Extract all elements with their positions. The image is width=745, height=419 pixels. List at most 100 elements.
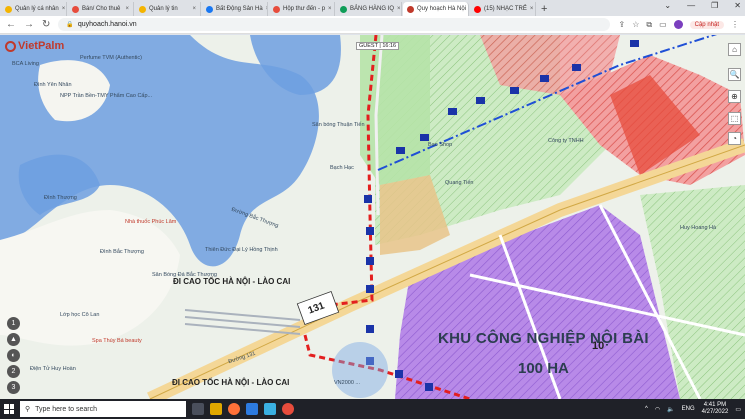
url-field[interactable]: 🔒 quyhoach.hanoi.vn	[58, 18, 611, 31]
share-icon[interactable]: ⇪	[618, 20, 625, 29]
close-icon[interactable]: ×	[62, 6, 66, 12]
place-label: Quang Tiến	[445, 180, 474, 186]
place-label: Đình Yên Nhân	[34, 82, 72, 88]
place-label: Thiên Đức Đại Lý Hồng Thịnh	[205, 247, 278, 253]
search-icon[interactable]: 🔍	[728, 68, 741, 81]
tab-hop-thu-den[interactable]: Hộp thư đến - p ×	[269, 2, 335, 16]
favicon-icon	[5, 5, 12, 13]
windows-start-icon[interactable]	[4, 404, 14, 414]
map-tool-button[interactable]: 3	[7, 381, 20, 394]
clock[interactable]: 4:41 PM 4/27/2022	[702, 402, 729, 416]
update-button[interactable]: Cập nhật	[689, 20, 724, 29]
tab-label: BẢNG HÀNG IQ	[350, 6, 395, 12]
place-label: Bạch Hạc	[330, 165, 354, 171]
youtube-icon	[474, 5, 481, 13]
file-explorer-icon[interactable]	[210, 403, 222, 415]
network-icon[interactable]: ◠	[655, 406, 660, 413]
tab-quan-ly-tin[interactable]: Quản lý tin ×	[135, 2, 201, 16]
zone-title: KHU CÔNG NGHIỆP NỘI BÀI	[438, 330, 649, 347]
avatar[interactable]	[673, 20, 683, 29]
place-label: Lớp học Cô Lan	[60, 312, 100, 318]
tab-label: Quản lý tin	[149, 6, 178, 12]
facebook-icon	[206, 5, 213, 13]
close-icon[interactable]: ×	[397, 6, 401, 12]
close-icon[interactable]: ×	[192, 6, 196, 12]
expressway-label: ĐI CAO TỐC HÀ NỘI - LÀO CAI	[173, 277, 291, 286]
compass-icon[interactable]: ▲	[7, 333, 20, 346]
tab-quy-hoach[interactable]: Quy hoạch Hà Nội×	[403, 2, 469, 16]
sidebar-icon[interactable]: ▭	[659, 20, 667, 29]
tab-bang-hang[interactable]: BẢNG HÀNG IQ ×	[336, 2, 402, 16]
place-label: Spa Thúy Bá beauty	[92, 338, 142, 344]
system-tray: ^ ◠ 🔈 ENG 4:41 PM 4/27/2022 ▭	[645, 402, 741, 416]
coordinate-label: VN2000 ...	[334, 380, 360, 386]
back-button[interactable]: ←	[6, 19, 16, 30]
locate-icon[interactable]: ⊕	[728, 90, 741, 103]
maximize-button[interactable]: ❐	[711, 1, 718, 10]
tab-quan-ly-ca-nhan[interactable]: Quản lý cá nhân ×	[1, 2, 67, 16]
close-icon[interactable]: ×	[530, 6, 534, 12]
close-window-button[interactable]: ✕	[734, 1, 741, 10]
chevron-up-icon[interactable]: ^	[645, 406, 648, 412]
tab-label: Bán/ Cho thuê	[82, 6, 121, 12]
place-label: Điện Tử Huy Hoàn	[30, 366, 76, 372]
new-tab-button[interactable]: +	[541, 3, 547, 15]
language-indicator[interactable]: ENG	[682, 406, 695, 412]
firefox-icon[interactable]	[228, 403, 240, 415]
select-area-icon[interactable]: ⬚	[728, 112, 741, 125]
favicon-icon	[407, 5, 414, 13]
tab-bat-dong-san[interactable]: Bất Động Sản Hà×	[202, 2, 268, 16]
place-label: Perfume TVM (Authentic)	[80, 55, 142, 61]
minimize-button[interactable]: —	[687, 1, 695, 10]
tab-label: Hộp thư đến - p	[283, 6, 326, 12]
notification-icon[interactable]: ▭	[735, 406, 741, 413]
tab-ban-cho-thue[interactable]: Bán/ Cho thuê ×	[68, 2, 134, 16]
measure-icon[interactable]: ◔	[728, 132, 741, 145]
chrome-icon[interactable]	[282, 403, 294, 415]
vietpalm-logo-icon	[5, 40, 16, 52]
tab-search-icon[interactable]: ⌄	[664, 1, 671, 10]
map-view[interactable]: VietPalm GUEST | 16:16 BCA Living Perfum…	[0, 35, 745, 399]
layers-button[interactable]: ⌂	[728, 43, 741, 56]
close-icon[interactable]: ×	[266, 6, 267, 12]
menu-icon[interactable]: ⋮	[731, 20, 739, 29]
tab-label: (15) NHẠC TRẺ	[484, 6, 527, 12]
volume-icon[interactable]: 🔈	[667, 406, 674, 413]
map-tool-button[interactable]: 2	[7, 365, 20, 378]
clock-time: 4:41 PM	[703, 402, 727, 408]
extensions-icon[interactable]: ⧉	[646, 20, 652, 30]
tab-label: Quy hoạch Hà Nội	[417, 6, 467, 12]
taskbar-search[interactable]: ⚲ Type here to search	[20, 401, 186, 417]
taskbar: ⚲ Type here to search ^ ◠ 🔈 ENG 4:41 PM …	[0, 399, 745, 419]
place-label: Đình Bắc Thượng	[100, 249, 144, 255]
star-icon[interactable]: ☆	[632, 20, 639, 29]
forward-button[interactable]: →	[24, 19, 34, 30]
logo-text: VietPalm	[18, 40, 65, 52]
guest-badge: GUEST | 16:16	[356, 42, 400, 50]
lock-icon[interactable]: 🔒	[66, 21, 73, 28]
search-icon: ⚲	[25, 406, 31, 413]
app-icon[interactable]	[264, 403, 276, 415]
map-tool-button[interactable]: ◐	[7, 349, 20, 362]
tab-strip: Quản lý cá nhân × Bán/ Cho thuê × Quản lý …	[0, 0, 745, 16]
tab-label: Quản lý cá nhân	[15, 6, 59, 12]
reload-button[interactable]: ↻	[42, 19, 50, 30]
place-label: BCA Living	[12, 61, 39, 67]
gmail-icon	[273, 5, 280, 13]
tab-nhac-tre[interactable]: (15) NHẠC TRẺ ×	[470, 2, 536, 16]
mail-icon[interactable]	[246, 403, 258, 415]
favicon-icon	[72, 5, 79, 13]
zone-area: 100 HA	[518, 360, 569, 377]
vietpalm-logo: VietPalm	[5, 40, 64, 52]
favicon-icon	[139, 5, 146, 13]
place-label: Công ty TNHH	[548, 138, 584, 144]
url-text: quyhoach.hanoi.vn	[77, 21, 137, 28]
place-label: Sân bóng Thuận Tiến	[312, 122, 365, 128]
window-controls: ⌄ — ❐ ✕	[664, 1, 741, 10]
close-icon[interactable]: ×	[125, 6, 129, 12]
zone-number: 10	[592, 340, 605, 352]
map-tool-button[interactable]: 1	[7, 317, 20, 330]
extension-area: ⇪ ☆ ⧉ ▭ Cập nhật ⋮	[618, 20, 739, 30]
close-icon[interactable]: ×	[328, 6, 332, 12]
task-view-icon[interactable]	[192, 403, 204, 415]
